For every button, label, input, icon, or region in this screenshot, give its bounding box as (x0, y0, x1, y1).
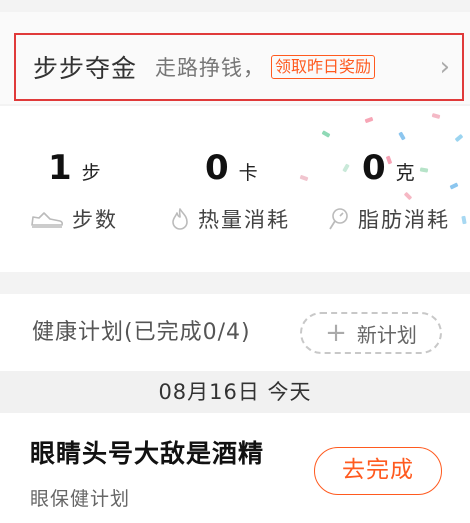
confetti (403, 191, 413, 201)
stats-panel: 1步 0卡 0克 步数 热量消耗 脂肪消耗 (0, 106, 470, 272)
confetti (419, 167, 429, 173)
confetti (454, 133, 464, 143)
calories-value: 0 (205, 148, 229, 188)
step-gold-banner[interactable]: 步步夺金 走路挣钱， 领取昨日奖励 › (14, 33, 464, 101)
confetti (398, 131, 406, 141)
banner-title: 步步夺金 (33, 54, 138, 83)
confetti (321, 130, 331, 138)
health-plan-card: 健康计划(已完成0/4) + 新计划 08月16日 今天 眼睛头号大敌是酒精 眼… (0, 294, 470, 523)
calories-label: 热量消耗 (198, 208, 290, 232)
confetti (449, 182, 459, 190)
calories-stat: 0卡 (205, 148, 258, 188)
confetti (431, 113, 441, 119)
calories-unit: 卡 (238, 162, 258, 184)
banner-subtitle: 走路挣钱， (155, 56, 266, 80)
steps-stat: 1步 (48, 148, 101, 188)
date-bar: 08月16日 今天 (0, 371, 470, 413)
steps-value: 1 (48, 148, 72, 188)
calories-label-group: 热量消耗 (170, 204, 290, 234)
shoe-icon (31, 212, 64, 228)
task-title[interactable]: 眼睛头号大敌是酒精 (30, 434, 264, 470)
steps-label: 步数 (72, 208, 118, 232)
chevron-right-icon[interactable]: › (440, 54, 450, 80)
complete-task-button[interactable]: 去完成 (314, 447, 442, 495)
fat-unit: 克 (395, 162, 415, 184)
steps-label-group: 步数 (30, 204, 118, 234)
confetti (364, 116, 374, 124)
new-plan-button[interactable]: + 新计划 (300, 312, 442, 354)
task-subtitle: 眼保健计划 (30, 488, 131, 510)
claim-reward-button[interactable]: 领取昨日奖励 (271, 55, 376, 79)
confetti (299, 174, 309, 182)
fat-value: 0 (362, 148, 386, 188)
flame-icon (172, 208, 188, 230)
fat-label: 脂肪消耗 (358, 208, 450, 232)
scale-icon (329, 208, 348, 230)
fat-stat: 0克 (362, 148, 415, 188)
confetti (342, 163, 350, 173)
steps-unit: 步 (81, 162, 101, 184)
confetti (461, 215, 467, 225)
plus-icon: + (325, 318, 347, 348)
health-plan-header: 健康计划(已完成0/4) (32, 320, 251, 345)
fat-label-group: 脂肪消耗 (328, 204, 450, 234)
new-plan-label: 新计划 (356, 322, 417, 347)
